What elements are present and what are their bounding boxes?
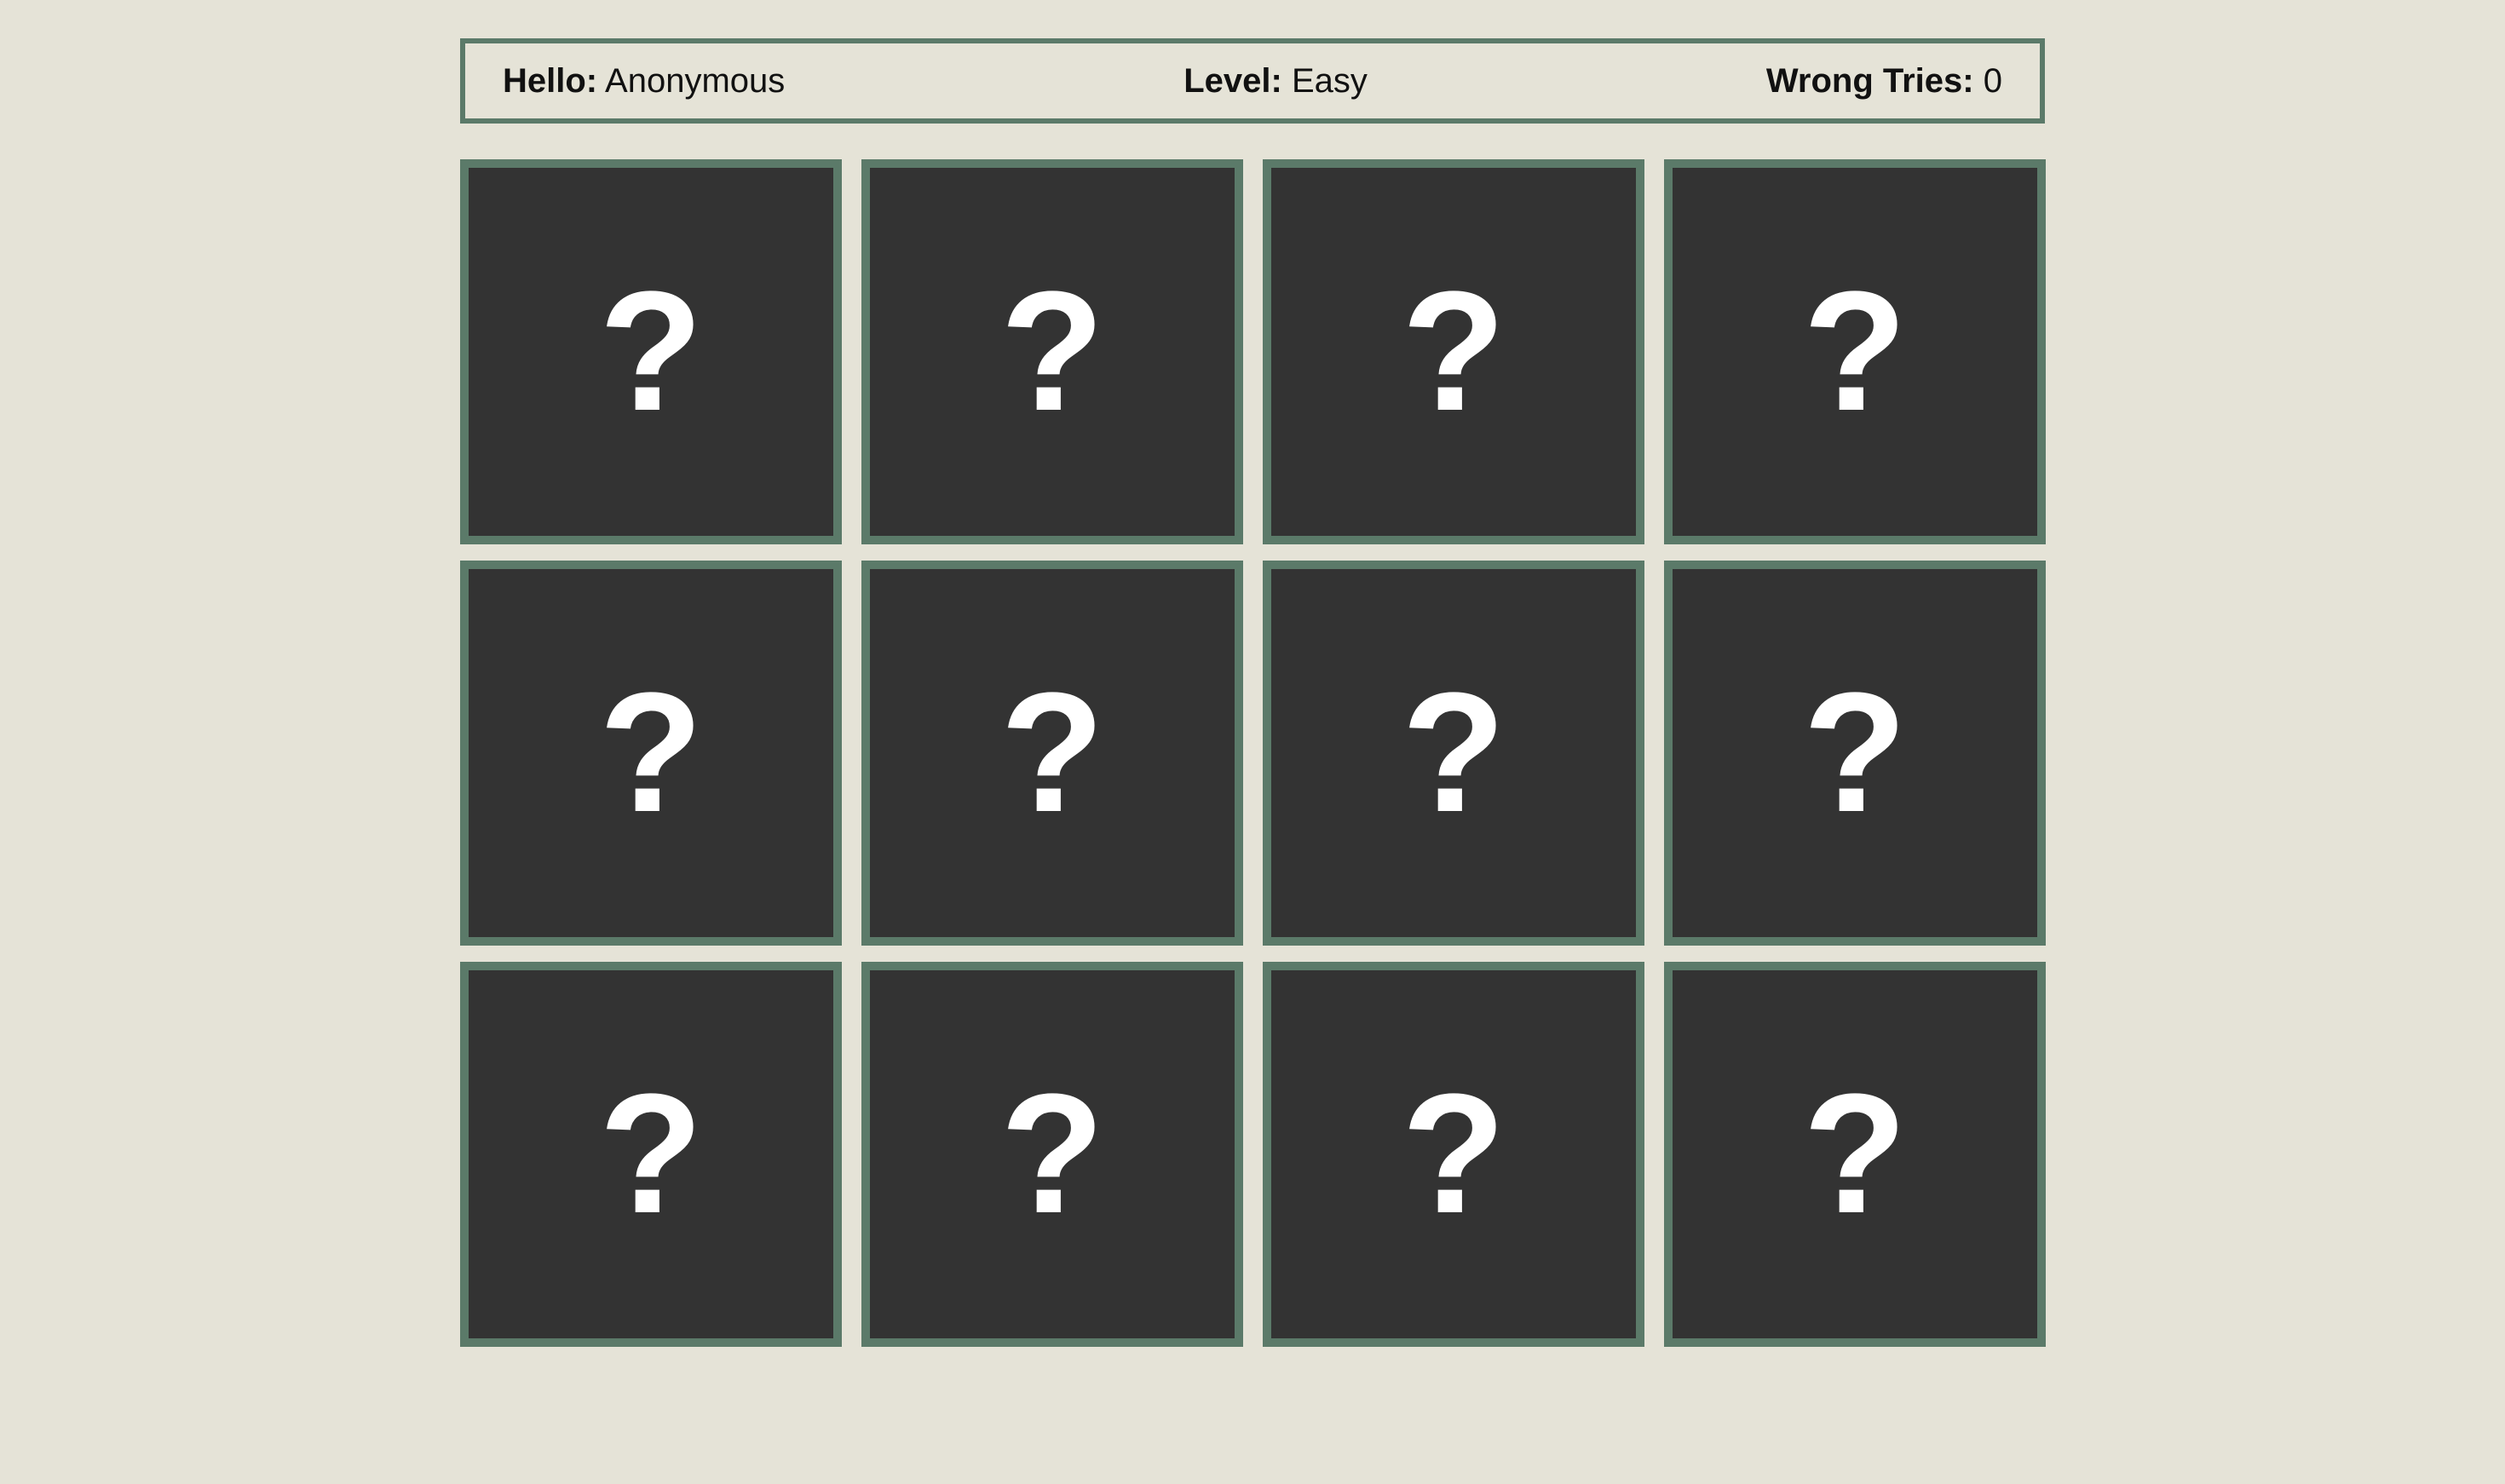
memory-card[interactable]: ? (460, 962, 842, 1347)
question-mark-icon: ? (999, 658, 1105, 848)
card-grid: ? ? ? ? ? ? ? ? ? ? ? ? (460, 159, 2046, 1347)
question-mark-icon: ? (1802, 658, 1908, 848)
memory-card[interactable]: ? (861, 159, 1243, 544)
question-mark-icon: ? (999, 1059, 1105, 1249)
memory-card[interactable]: ? (1263, 962, 1644, 1347)
question-mark-icon: ? (1401, 658, 1506, 848)
wrong-tries-status: Wrong Tries: 0 (1766, 62, 2002, 101)
memory-card[interactable]: ? (460, 561, 842, 946)
memory-card[interactable]: ? (1263, 159, 1644, 544)
question-mark-icon: ? (1401, 256, 1506, 446)
question-mark-icon: ? (1802, 1059, 1908, 1249)
level-status: Level: Easy (1183, 62, 1368, 101)
memory-card[interactable]: ? (460, 159, 842, 544)
level-label: Level: (1183, 61, 1282, 100)
memory-card[interactable]: ? (1664, 159, 2046, 544)
memory-card[interactable]: ? (861, 962, 1243, 1347)
question-mark-icon: ? (598, 256, 704, 446)
question-mark-icon: ? (598, 1059, 704, 1249)
question-mark-icon: ? (598, 658, 704, 848)
memory-card[interactable]: ? (1664, 962, 2046, 1347)
level-value: Easy (1291, 61, 1368, 100)
question-mark-icon: ? (1802, 256, 1908, 446)
memory-card[interactable]: ? (861, 561, 1243, 946)
memory-card[interactable]: ? (1664, 561, 2046, 946)
wrong-tries-value: 0 (1983, 61, 2002, 100)
status-bar: Hello: Anonymous Level: Easy Wrong Tries… (460, 38, 2045, 124)
player-name: Anonymous (605, 61, 786, 100)
memory-card[interactable]: ? (1263, 561, 1644, 946)
wrong-tries-label: Wrong Tries: (1765, 61, 1974, 100)
player-status: Hello: Anonymous (503, 62, 785, 101)
question-mark-icon: ? (999, 256, 1105, 446)
hello-label: Hello: (503, 61, 598, 100)
game-container: Hello: Anonymous Level: Easy Wrong Tries… (460, 38, 2046, 1347)
question-mark-icon: ? (1401, 1059, 1506, 1249)
